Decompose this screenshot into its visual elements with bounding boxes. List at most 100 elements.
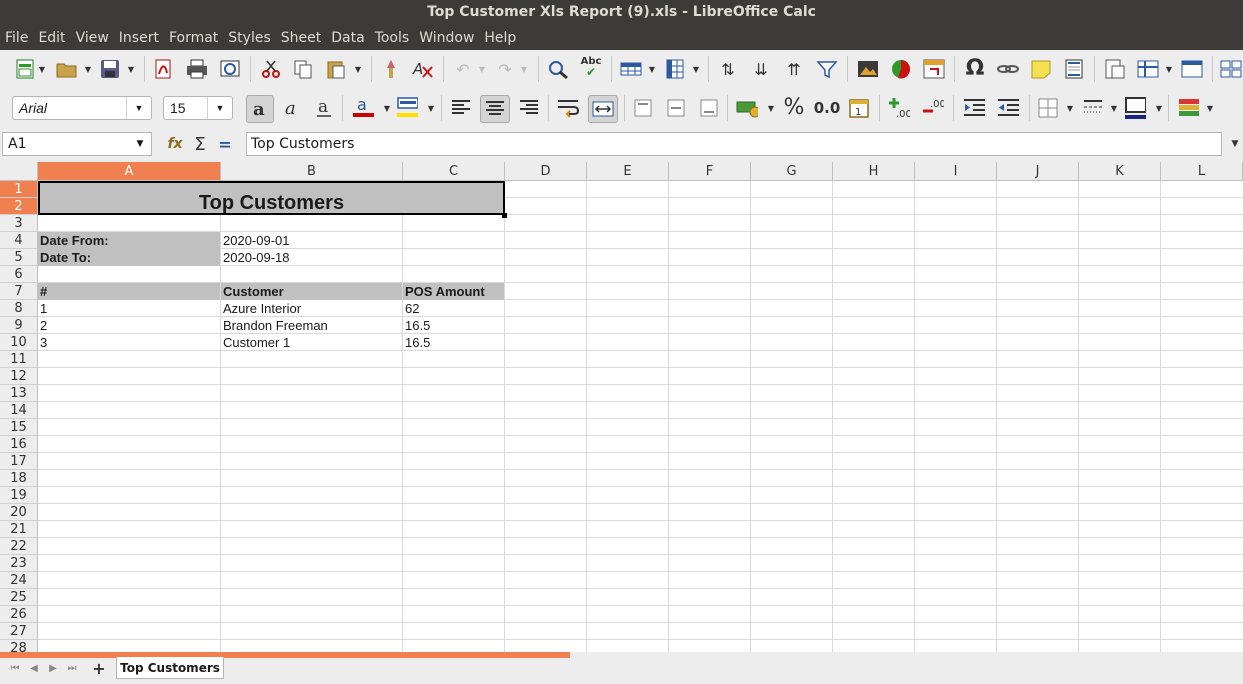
expand-formula-bar-icon[interactable]: ▼: [1224, 133, 1243, 155]
column-header-f[interactable]: F: [669, 162, 751, 181]
conditional-dropdown-icon[interactable]: ▼: [1206, 97, 1214, 119]
special-character-icon[interactable]: Ω: [964, 56, 986, 81]
table-cell[interactable]: 16.5: [403, 334, 504, 351]
date-from-label[interactable]: Date From:: [38, 232, 220, 249]
column-header-c[interactable]: C: [403, 162, 505, 181]
copy-icon[interactable]: [292, 58, 314, 80]
row-header[interactable]: 10: [0, 334, 38, 351]
paste-dropdown-icon[interactable]: ▼: [354, 58, 362, 80]
align-center-icon[interactable]: [480, 95, 510, 123]
row-header[interactable]: 17: [0, 453, 38, 470]
column-icon[interactable]: [664, 58, 686, 80]
print-preview-icon[interactable]: [219, 58, 241, 80]
column-header-l[interactable]: L: [1161, 162, 1243, 181]
insert-image-icon[interactable]: [857, 58, 879, 80]
paste-icon[interactable]: [325, 58, 347, 80]
last-sheet-icon[interactable]: ⏭: [65, 659, 79, 677]
horizontal-scrollbar[interactable]: [0, 652, 570, 658]
border-style-dropdown-icon[interactable]: ▼: [1110, 97, 1118, 119]
percent-format-icon[interactable]: %: [783, 95, 805, 120]
row-header[interactable]: 16: [0, 436, 38, 453]
add-decimal-place-icon[interactable]: .00: [888, 97, 910, 119]
freeze-dropdown-icon[interactable]: ▼: [1165, 58, 1173, 80]
column-header-d[interactable]: D: [505, 162, 587, 181]
row-icon[interactable]: [620, 58, 642, 80]
table-cell[interactable]: Azure Interior: [221, 300, 402, 317]
column-header-h[interactable]: H: [833, 162, 915, 181]
row-header[interactable]: 18: [0, 470, 38, 487]
menu-file[interactable]: File: [0, 26, 33, 50]
export-pdf-icon[interactable]: [152, 58, 174, 80]
column-dropdown-icon[interactable]: ▼: [692, 58, 700, 80]
align-bottom-icon[interactable]: [698, 97, 720, 119]
sum-icon[interactable]: Σ: [189, 133, 211, 155]
fill-handle[interactable]: [502, 213, 507, 218]
menu-sheet[interactable]: Sheet: [276, 26, 326, 50]
select-all-corner[interactable]: [0, 162, 38, 181]
sort-descending-icon[interactable]: ⇊: [750, 58, 772, 80]
merge-center-icon[interactable]: [588, 95, 618, 123]
date-from-value[interactable]: 2020-09-01: [221, 232, 402, 249]
row-header[interactable]: 15: [0, 419, 38, 436]
column-header-i[interactable]: I: [915, 162, 997, 181]
bold-icon[interactable]: a: [246, 95, 274, 123]
row-header[interactable]: 8: [0, 300, 38, 317]
row-header[interactable]: 2: [0, 198, 38, 215]
next-sheet-icon[interactable]: ▶: [46, 659, 60, 677]
sheet-tab-top-customers[interactable]: Top Customers: [116, 657, 224, 679]
row-header[interactable]: 27: [0, 623, 38, 640]
border-color-dropdown-icon[interactable]: ▼: [1155, 97, 1163, 119]
find-replace-icon[interactable]: [547, 58, 569, 80]
previous-sheet-icon[interactable]: ◀: [27, 659, 41, 677]
spreadsheet-grid[interactable]: A B C D E F G H I J K L 1 2 3 4 5 6 7 8 9 10 11 12 1…: [0, 162, 1243, 652]
row-header[interactable]: 11: [0, 351, 38, 368]
borders-dropdown-icon[interactable]: ▼: [1066, 97, 1074, 119]
row-header[interactable]: 24: [0, 572, 38, 589]
show-draw-functions-icon[interactable]: [1220, 58, 1242, 80]
row-header[interactable]: 14: [0, 402, 38, 419]
name-box-dropdown-icon[interactable]: ▼: [129, 133, 151, 155]
table-cell[interactable]: Brandon Freeman: [221, 317, 402, 334]
number-format-icon[interactable]: 0.0: [813, 97, 841, 119]
formula-input[interactable]: Top Customers: [246, 132, 1222, 156]
column-header-g[interactable]: G: [751, 162, 833, 181]
print-icon[interactable]: [186, 58, 208, 80]
report-title-cell[interactable]: Top Customers: [38, 181, 505, 215]
insert-chart-icon[interactable]: [890, 58, 912, 80]
table-cell[interactable]: 1: [38, 300, 220, 317]
table-cell[interactable]: 16.5: [403, 317, 504, 334]
cut-icon[interactable]: [260, 58, 282, 80]
pivot-table-icon[interactable]: [923, 58, 945, 80]
menu-insert[interactable]: Insert: [114, 26, 164, 50]
menu-window[interactable]: Window: [414, 26, 479, 50]
table-cell[interactable]: 2: [38, 317, 220, 334]
name-box[interactable]: A1 ▼: [2, 132, 152, 156]
decrease-indent-icon[interactable]: [997, 97, 1019, 119]
row-header[interactable]: 5: [0, 249, 38, 266]
date-format-icon[interactable]: 1: [848, 97, 870, 119]
save-dropdown-icon[interactable]: ▼: [127, 58, 135, 80]
border-style-icon[interactable]: [1082, 97, 1104, 119]
font-color-icon[interactable]: a: [352, 95, 374, 117]
redo-icon[interactable]: ↷: [494, 58, 516, 80]
function-wizard-icon[interactable]: fx: [164, 133, 186, 155]
align-left-icon[interactable]: [450, 97, 472, 119]
column-header-b[interactable]: B: [221, 162, 403, 181]
row-header[interactable]: 26: [0, 606, 38, 623]
autofilter-icon[interactable]: [816, 58, 838, 80]
row-header[interactable]: 4: [0, 232, 38, 249]
column-header-a[interactable]: A: [38, 162, 221, 181]
row-header[interactable]: 13: [0, 385, 38, 402]
define-print-area-icon[interactable]: [1104, 58, 1126, 80]
row-header[interactable]: 23: [0, 555, 38, 572]
font-size-dropdown-icon[interactable]: ▼: [207, 97, 232, 119]
center-vertically-icon[interactable]: [665, 97, 687, 119]
save-icon[interactable]: [99, 58, 121, 80]
underline-icon[interactable]: a: [313, 97, 335, 119]
sort-icon[interactable]: ⇅: [717, 58, 739, 80]
spellcheck-icon[interactable]: Abc ✔: [580, 56, 602, 79]
table-cell[interactable]: 62: [403, 300, 504, 317]
row-header[interactable]: 6: [0, 266, 38, 283]
row-header[interactable]: 3: [0, 215, 38, 232]
column-header-e[interactable]: E: [587, 162, 669, 181]
